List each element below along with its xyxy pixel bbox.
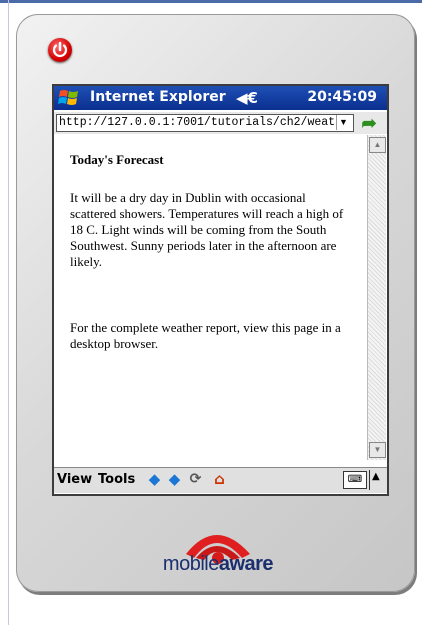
page-content: Today's Forecast It will be a dry day in…	[54, 135, 367, 460]
back-icon[interactable]: ◆	[146, 471, 163, 488]
title-bar: Internet Explorer ◀€ 20:45:09	[54, 86, 387, 110]
input-selector-arrow-icon[interactable]: ▲	[372, 471, 380, 482]
brand-wordmark: mobileaware	[158, 553, 278, 576]
speaker-icon[interactable]: ◀€	[236, 89, 258, 107]
keyboard-icon[interactable]: ⌨	[343, 471, 367, 489]
go-button[interactable]: ➦	[358, 113, 380, 133]
address-input[interactable]: http://127.0.0.1:7001/tutorials/ch2/weat	[56, 114, 354, 132]
menu-bar: View Tools ◆ ◆ ⟳ ⌂ ⌨ ▲	[54, 467, 387, 493]
top-border	[0, 0, 422, 3]
input-separator	[369, 470, 370, 490]
home-icon[interactable]: ⌂	[211, 471, 228, 488]
menu-view[interactable]: View	[57, 472, 92, 487]
start-menu-icon[interactable]	[58, 88, 80, 108]
forward-icon[interactable]: ◆	[166, 471, 183, 488]
address-dropdown-icon[interactable]: ▼	[336, 115, 350, 130]
page-heading: Today's Forecast	[70, 152, 164, 167]
scroll-up-button[interactable]: ▲	[369, 137, 386, 153]
brand-part-mobile: mobile	[162, 553, 219, 575]
forecast-paragraph: It will be a dry day in Dublin with occa…	[70, 190, 344, 269]
left-border	[8, 0, 9, 625]
power-button-icon[interactable]	[48, 38, 72, 62]
refresh-icon[interactable]: ⟳	[187, 471, 204, 488]
desktop-notice-paragraph: For the complete weather report, view th…	[70, 320, 341, 351]
scroll-down-button[interactable]: ▼	[369, 442, 386, 458]
address-bar: http://127.0.0.1:7001/tutorials/ch2/weat…	[54, 112, 387, 134]
device-screen: Internet Explorer ◀€ 20:45:09 http://127…	[52, 84, 389, 496]
app-title: Internet Explorer	[90, 89, 226, 105]
clock[interactable]: 20:45:09	[307, 89, 377, 105]
menu-tools[interactable]: Tools	[98, 472, 135, 487]
brand-part-aware: aware	[218, 553, 274, 575]
vertical-scrollbar[interactable]: ▲ ▼	[367, 135, 386, 460]
